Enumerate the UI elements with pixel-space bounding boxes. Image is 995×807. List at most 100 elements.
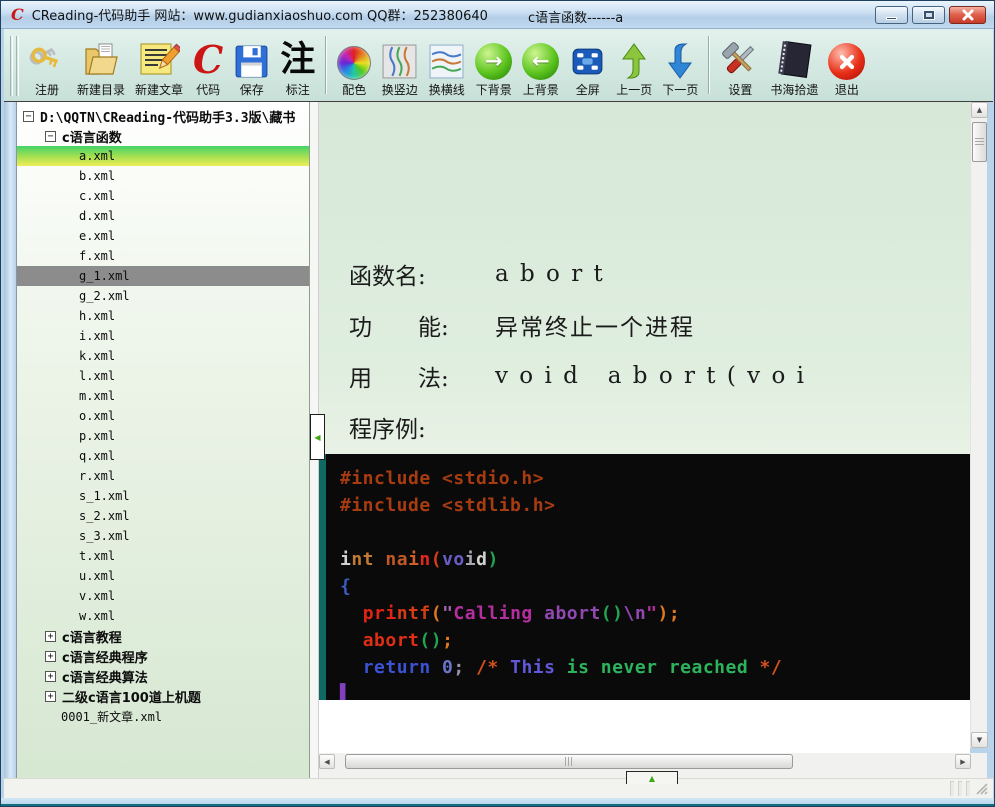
register-button[interactable]: 注册 [22, 30, 72, 100]
doc-line-label: 函数名: [349, 263, 426, 290]
new-folder-button[interactable]: 新建目录 [72, 30, 130, 100]
save-button[interactable]: 保存 [228, 30, 275, 100]
annotate-button[interactable]: 注标注 [275, 30, 320, 100]
app-logo-icon: C [11, 4, 24, 24]
tree-item[interactable]: s_2.xml [17, 506, 309, 526]
tree-item[interactable]: g_2.xml [17, 286, 309, 306]
tree-item[interactable]: o.xml [17, 406, 309, 426]
tree-item[interactable]: + c语言教程 [17, 626, 309, 646]
tree-item[interactable]: h.xml [17, 306, 309, 326]
tree-item[interactable]: 0001_新文章.xml [17, 706, 309, 726]
new-article-icon [138, 36, 181, 82]
tree-item-label: 0001_新文章.xml [61, 709, 163, 724]
tree-item[interactable]: r.xml [17, 466, 309, 486]
tree-item-label: u.xml [79, 569, 116, 583]
tree-item[interactable]: t.xml [17, 546, 309, 566]
vertical-edge-button[interactable]: 换竖边 [376, 30, 423, 100]
maximize-button[interactable] [912, 6, 945, 24]
dock-strip [4, 102, 17, 778]
tree-item[interactable]: s_3.xml [17, 526, 309, 546]
thumb-grip [564, 757, 574, 766]
tree-item-label: c语言经典算法 [62, 670, 148, 686]
new-article-button[interactable]: 新建文章 [130, 30, 188, 100]
tree-item[interactable]: b.xml [17, 166, 309, 186]
bottom-panel-expander-button[interactable]: ▲ [626, 771, 678, 784]
vertical-scroll-thumb[interactable] [972, 122, 987, 162]
doc-line: 函数名: a b o r t [349, 248, 806, 299]
scroll-left-button[interactable]: ◀ [319, 754, 335, 769]
tree-item[interactable]: a.xml [17, 146, 309, 166]
expand-box-icon[interactable]: + [45, 690, 56, 702]
doc-line-label: 程序例: [349, 416, 426, 443]
tree-item-label: d.xml [79, 209, 116, 223]
splitter-arrow-icon: ◀ [314, 432, 321, 442]
exit-button[interactable]: 退出 [823, 30, 870, 100]
expand-box-icon[interactable]: + [45, 670, 56, 682]
code-button[interactable]: C 代码 [188, 30, 228, 100]
tree-item-label: t.xml [79, 549, 116, 563]
tree-item[interactable]: v.xml [17, 586, 309, 606]
function-description: 函数名: a b o r t 功 能: 异常终止一个进程用 法: v o i d a b… [349, 248, 806, 452]
tree-item-label: r.xml [79, 469, 116, 483]
tree-item[interactable]: p.xml [17, 426, 309, 446]
tree-item[interactable]: i.xml [17, 326, 309, 346]
tree-item[interactable]: d.xml [17, 206, 309, 226]
expand-box-icon[interactable]: + [45, 630, 56, 642]
next-page-button[interactable]: 下一页 [657, 30, 703, 100]
horizontal-scroll-thumb[interactable] [345, 754, 793, 769]
settings-button[interactable]: 设置 [715, 30, 765, 100]
expand-box-icon[interactable]: + [45, 650, 56, 662]
book-gleanings-label: 书海拾遗 [770, 83, 819, 97]
code-line: #include <stdio.h> [340, 468, 545, 489]
palette-button[interactable]: 配色 [332, 30, 376, 100]
tree-item[interactable]: s_1.xml [17, 486, 309, 506]
tree-item[interactable]: c.xml [17, 186, 309, 206]
prev-page-label: 上一页 [616, 83, 653, 97]
book-gleanings-button[interactable]: 书海拾遗 [765, 30, 823, 100]
tree-item[interactable]: f.xml [17, 246, 309, 266]
thumb-grip [975, 138, 984, 146]
tree-item[interactable]: m.xml [17, 386, 309, 406]
tree-item[interactable]: q.xml [17, 446, 309, 466]
fullscreen-icon [569, 36, 606, 82]
vertical-edge-label: 换竖边 [381, 83, 418, 97]
code-icon: C [193, 37, 224, 82]
minimize-button[interactable] [875, 6, 908, 24]
splitter-collapse-button[interactable]: ◀ [310, 414, 325, 460]
prev-background-button[interactable]: ← 上背景 [517, 30, 564, 100]
tree-item[interactable]: + c语言经典算法 [17, 666, 309, 686]
doc-line-label: 功 能: [349, 314, 449, 341]
tree-item-label: i.xml [79, 329, 116, 343]
scroll-left-icon: ◀ [324, 757, 330, 766]
tree-item[interactable]: − c语言函数 [17, 126, 309, 146]
tree-item[interactable]: e.xml [17, 226, 309, 246]
tree-item-label: b.xml [79, 169, 116, 183]
horizontal-line-button[interactable]: 换横线 [423, 30, 470, 100]
horizontal-scrollbar[interactable]: ◀ ▶ [319, 753, 971, 771]
code-line: printf("Calling abort()\n"); [362, 603, 681, 624]
tree-item[interactable]: g_1.xml [17, 266, 309, 286]
tree-item[interactable]: u.xml [17, 566, 309, 586]
toolbar-separator [708, 36, 711, 94]
resize-grip[interactable] [974, 782, 989, 796]
prev-page-button[interactable]: 上一页 [611, 30, 657, 100]
code-example-block: #include <stdio.h> #include <stdlib.h> in… [319, 454, 970, 700]
tree-item[interactable]: + c语言经典程序 [17, 646, 309, 666]
next-background-button[interactable]: → 下背景 [470, 30, 517, 100]
fullscreen-button[interactable]: 全屏 [564, 30, 611, 100]
tree-item[interactable]: l.xml [17, 366, 309, 386]
tree-item[interactable]: k.xml [17, 346, 309, 366]
tree-item-label: k.xml [79, 349, 116, 363]
scroll-right-button[interactable]: ▶ [955, 754, 971, 769]
scroll-up-button[interactable]: ▲ [971, 102, 988, 118]
close-button[interactable] [949, 6, 986, 24]
vertical-edge-icon [381, 36, 418, 82]
doc-line: 程序例: [349, 401, 806, 452]
tree-item[interactable]: w.xml [17, 606, 309, 626]
tree-item[interactable]: − D:\QQTN\CReading-代码助手3.3版\藏书 [17, 106, 309, 126]
collapse-box-icon[interactable]: − [45, 130, 56, 142]
vertical-scrollbar[interactable]: ▲ ▼ [970, 102, 988, 748]
collapse-box-icon[interactable]: − [23, 110, 34, 122]
scroll-down-button[interactable]: ▼ [971, 732, 988, 748]
tree-item[interactable]: + 二级c语言100道上机题 [17, 686, 309, 706]
